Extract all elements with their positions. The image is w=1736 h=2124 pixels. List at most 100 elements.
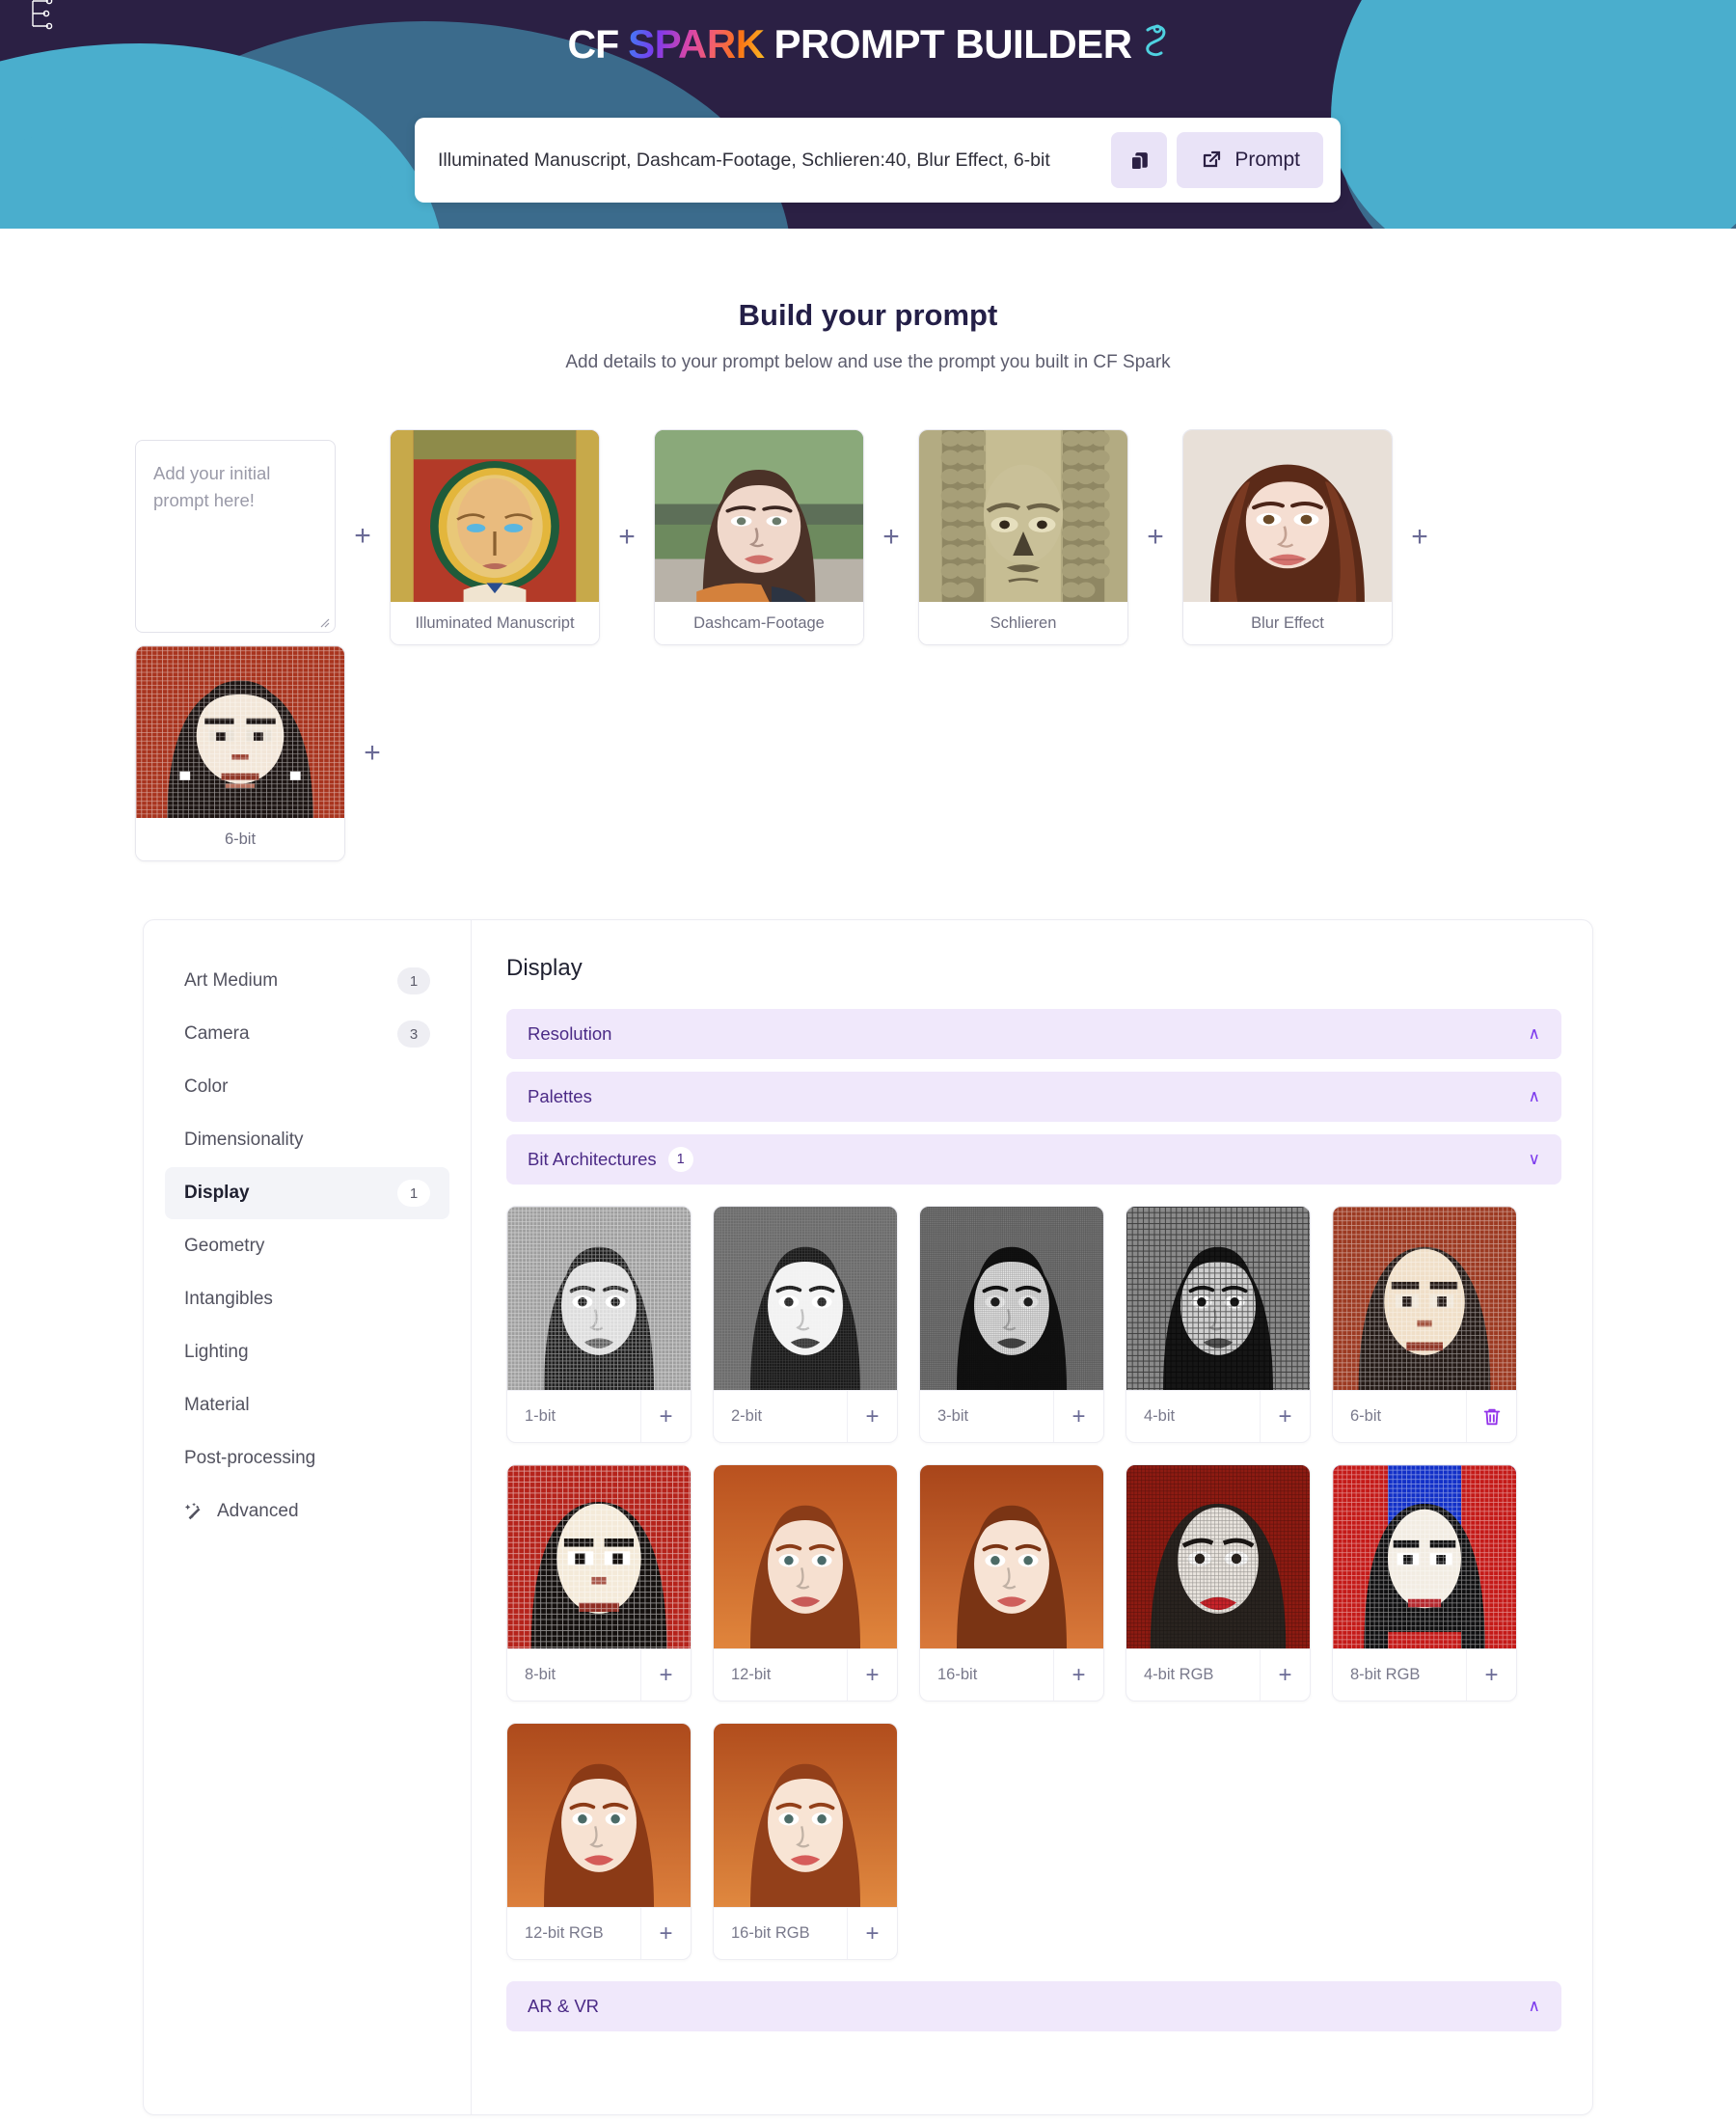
remove-modifier-button[interactable]	[1466, 1391, 1516, 1442]
modifier-thumbnail	[1126, 1207, 1310, 1390]
prompt-chip-label: Illuminated Manuscript	[391, 602, 599, 644]
prompt-chip: Schlieren +	[918, 429, 1182, 645]
modifier-tile-label: 2-bit	[731, 1407, 763, 1425]
prompt-chip-card[interactable]: Dashcam-Footage	[654, 429, 864, 645]
modifier-tile[interactable]: 2-bit +	[713, 1206, 898, 1443]
modifier-tile[interactable]: 4-bit +	[1126, 1206, 1311, 1443]
add-modifier-button[interactable]: +	[847, 1649, 897, 1701]
modifier-tile-footer: 3-bit +	[920, 1390, 1103, 1442]
modifier-tile[interactable]: 12-bit +	[713, 1464, 898, 1702]
modifier-tile[interactable]: 1-bit +	[506, 1206, 692, 1443]
modifier-grid: 1-bit + 2-bit + 3-bit + 4-bit + 6-bit 8-…	[506, 1206, 1561, 1960]
modifier-tile[interactable]: 3-bit +	[919, 1206, 1104, 1443]
prompt-output-text[interactable]: Illuminated Manuscript, Dashcam-Footage,…	[415, 145, 1111, 176]
prompt-chip: Blur Effect +	[1182, 429, 1447, 645]
accordion-palettes[interactable]: Palettes ∧	[506, 1072, 1561, 1122]
modifier-tile-label: 8-bit	[525, 1666, 556, 1683]
modifier-tile-footer: 12-bit RGB +	[507, 1907, 691, 1959]
modifier-thumbnail	[1126, 1465, 1310, 1648]
circuit-icon	[32, 0, 53, 30]
modifier-tile[interactable]: 16-bit +	[919, 1464, 1104, 1702]
prompt-chip-card[interactable]: Blur Effect	[1182, 429, 1393, 645]
modifier-tile[interactable]: 8-bit RGB +	[1332, 1464, 1517, 1702]
copy-icon	[1130, 151, 1148, 171]
copy-button[interactable]	[1111, 132, 1168, 188]
sidebar-item-label: Color	[184, 1076, 229, 1097]
sidebar-item-intangibles[interactable]: Intangibles	[165, 1273, 449, 1325]
chip-separator-plus: +	[364, 737, 381, 769]
add-modifier-button[interactable]: +	[1053, 1649, 1103, 1701]
add-modifier-button[interactable]: +	[1053, 1391, 1103, 1442]
sidebar-item-label: Display	[184, 1183, 250, 1203]
modifier-tile[interactable]: 16-bit RGB +	[713, 1723, 898, 1960]
app-root: CF SPARK PROMPT BUILDER Illuminated Manu…	[0, 0, 1736, 2124]
add-modifier-button[interactable]: +	[640, 1908, 691, 1959]
add-modifier-button[interactable]: +	[1260, 1649, 1310, 1701]
modifier-tile-label: 1-bit	[525, 1407, 556, 1425]
accordion-bit-architectures[interactable]: Bit Architectures 1 ∨	[506, 1134, 1561, 1185]
accordion-resolution[interactable]: Resolution ∧	[506, 1009, 1561, 1059]
accordion-label: AR & VR	[528, 1996, 600, 2016]
modifier-tile-label: 16-bit RGB	[731, 1924, 810, 1942]
modifier-tile-label: 12-bit RGB	[525, 1924, 604, 1942]
sidebar-item-color[interactable]: Color	[165, 1061, 449, 1113]
sidebar-item-geometry[interactable]: Geometry	[165, 1220, 449, 1272]
sidebar-item-advanced[interactable]: Advanced	[165, 1485, 449, 1538]
modifier-tile-footer: 4-bit +	[1126, 1390, 1310, 1442]
modifier-tile[interactable]: 6-bit	[1332, 1206, 1517, 1443]
sidebar-item-label: Geometry	[184, 1236, 265, 1256]
prompt-button[interactable]: Prompt	[1177, 132, 1323, 188]
trash-icon	[1483, 1408, 1500, 1425]
modifier-thumbnail	[507, 1465, 691, 1648]
add-modifier-button[interactable]: +	[1260, 1391, 1310, 1442]
chevron-up-icon[interactable]: ∧	[1529, 1087, 1540, 1106]
add-modifier-button[interactable]: +	[847, 1908, 897, 1959]
modifier-tile[interactable]: 8-bit +	[506, 1464, 692, 1702]
add-modifier-button[interactable]: +	[640, 1391, 691, 1442]
sidebar-item-art-medium[interactable]: Art Medium 1	[165, 955, 449, 1007]
dashcam-footage-thumbnail	[655, 430, 863, 602]
sidebar-item-lighting[interactable]: Lighting	[165, 1326, 449, 1378]
modifier-tile-label: 3-bit	[937, 1407, 969, 1425]
initial-prompt-textarea[interactable]: Add your initial prompt here!	[135, 440, 336, 633]
accordion-ar-vr[interactable]: AR & VR ∧	[506, 1981, 1561, 2031]
sidebar-item-badge: 1	[397, 1180, 430, 1207]
modifier-tile[interactable]: 12-bit RGB +	[506, 1723, 692, 1960]
blur-effect-thumbnail	[1183, 430, 1392, 602]
sidebar-item-camera[interactable]: Camera 3	[165, 1008, 449, 1060]
sidebar-item-dimensionality[interactable]: Dimensionality	[165, 1114, 449, 1166]
modifier-thumbnail	[507, 1724, 691, 1907]
sidebar-item-post-processing[interactable]: Post-processing	[165, 1432, 449, 1484]
sidebar-item-badge: 3	[397, 1021, 430, 1048]
page-subtitle: Add details to your prompt below and use…	[565, 352, 1171, 372]
prompt-chip-card[interactable]: Illuminated Manuscript	[390, 429, 600, 645]
chevron-down-icon[interactable]: ∨	[1529, 1150, 1540, 1169]
logo-cf-text: CF	[567, 21, 619, 67]
chip-separator-plus: +	[618, 521, 636, 553]
prompt-chip-label: Schlieren	[919, 602, 1127, 644]
logo-builder-text: PROMPT BUILDER	[773, 21, 1133, 67]
modifier-thumbnail	[920, 1465, 1103, 1648]
sidebar-item-display[interactable]: Display 1	[165, 1167, 449, 1219]
sidebar-item-label: Advanced	[217, 1501, 299, 1521]
page-title: Build your prompt	[738, 298, 998, 332]
initial-prompt-chip: Add your initial prompt here! +	[135, 429, 390, 643]
spark-curl-icon	[1145, 24, 1165, 57]
prompt-chip-card[interactable]: Schlieren	[918, 429, 1128, 645]
chevron-up-icon[interactable]: ∧	[1529, 1024, 1540, 1044]
modifier-tile-footer: 6-bit	[1333, 1390, 1516, 1442]
prompt-builder-chips: Add your initial prompt here! + Illumina…	[0, 429, 1736, 861]
app-logo[interactable]: CF SPARK PROMPT BUILDER	[0, 0, 1736, 68]
add-modifier-button[interactable]: +	[847, 1391, 897, 1442]
sidebar-item-material[interactable]: Material	[165, 1379, 449, 1431]
chevron-up-icon[interactable]: ∧	[1529, 1997, 1540, 2016]
category-sidebar: Art Medium 1 Camera 3 Color Dimensionali…	[144, 920, 472, 2114]
app-header: CF SPARK PROMPT BUILDER Illuminated Manu…	[0, 0, 1736, 229]
modifier-tile-label: 4-bit	[1144, 1407, 1176, 1425]
resize-grip-icon[interactable]	[318, 616, 330, 628]
add-modifier-button[interactable]: +	[640, 1649, 691, 1701]
add-modifier-button[interactable]: +	[1466, 1649, 1516, 1701]
modifier-tile[interactable]: 4-bit RGB +	[1126, 1464, 1311, 1702]
prompt-chip-card[interactable]: 6-bit	[135, 645, 345, 861]
prompt-chip-label: 6-bit	[136, 818, 344, 860]
